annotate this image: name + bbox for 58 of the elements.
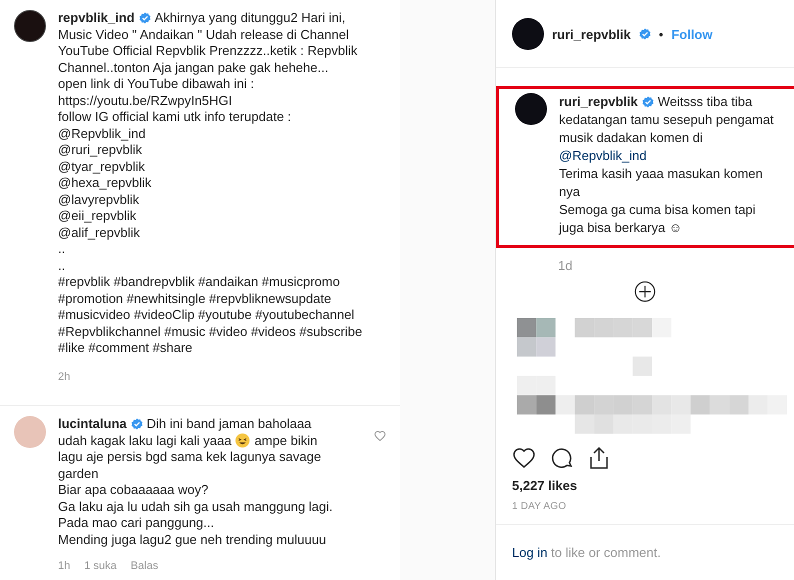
comment-text: @Repvblik_ind (58, 126, 146, 142)
timestamp: 1h (58, 559, 70, 574)
comment-text: juga bisa berkarya ☺ (559, 219, 682, 237)
timestamp: 1d (558, 258, 574, 273)
comment-text: YouTube Official Repvblik Prenzzzz..ketik : Repvblik (58, 43, 358, 60)
heart-icon[interactable] (512, 446, 536, 470)
comment-text: Dih ini band jaman baholaaa (146, 416, 312, 432)
username[interactable]: repvblik_ind (58, 10, 135, 26)
username[interactable]: ruri_repvblik (559, 93, 638, 111)
comment-text: #repvblik #bandrepvblik #andaikan #musicpromo (58, 274, 340, 290)
login-link[interactable]: Log in (512, 545, 548, 560)
comment-text: @hexa_repvblik (58, 175, 152, 192)
login-prompt-text: to like or comment. (551, 545, 661, 560)
comment-text: lagu aje persis bgd sama kek lagunya savage (58, 449, 322, 466)
username[interactable]: ruri_repvblik (552, 26, 631, 42)
plus-circle-icon[interactable] (634, 281, 656, 302)
comment-text: @eii_repvblik (58, 208, 136, 224)
comment-text: #like #comment #share (58, 340, 192, 356)
comment-text: @alif_repvblik (58, 224, 140, 241)
comment-text: garden (58, 466, 98, 482)
comment-text: https://youtu.be/RZwpyIn5HGI (58, 92, 232, 109)
comment-text: Akhirnya yang ditunggu2 Hari ini, (154, 10, 346, 26)
comment-text: kedatangan tamu sesepuh pengamat (559, 111, 774, 129)
comment-text: #Repvblikchannel #music #video #videos #subscribe (58, 324, 362, 340)
comment-text: musik dadakan komen di (559, 129, 703, 147)
separator-dot: • (658, 26, 664, 42)
comment-text: Weitsss tiba tiba (658, 93, 752, 111)
comment-text: Semoga ga cuma bisa komen tapi (559, 201, 756, 219)
comment-text: .. (58, 258, 66, 274)
share-icon[interactable] (588, 446, 610, 470)
comment-text: Biar apa cobaaaaaa woy? (58, 482, 208, 498)
comment-text: .. (58, 241, 66, 258)
comment-text: Terima kasih yaaa masukan komen (559, 165, 763, 183)
username[interactable]: lucintaluna (58, 416, 127, 432)
avatar[interactable] (512, 18, 544, 50)
post-date: 1 DAY AGO (511, 500, 568, 514)
timestamp: 2h (58, 370, 72, 384)
comment-icon[interactable] (550, 446, 574, 470)
avatar[interactable] (14, 10, 46, 42)
comment-text: open link di YouTube dibawah ini : (58, 76, 254, 92)
comment-text: @ruri_repvblik (58, 142, 142, 158)
comment-text: follow IG official kami utk info terupdate : (58, 109, 292, 126)
comment-text: Mending juga lagu2 gue neh trending muluuuu (58, 532, 326, 548)
comment-text: #musicvideo #videoClip #youtube #youtubechannel (58, 307, 354, 324)
comment-text: udah kagak laku lagi kali yaaa (58, 432, 232, 449)
comment-text: Music Video " Andaikan " Udah release di Channel (58, 26, 349, 43)
comment-text: @lavyrepvblik (58, 192, 140, 208)
comment-text: @tyar_repvblik (58, 158, 145, 175)
comment-text: Pada mao cari panggung... (58, 515, 214, 532)
comment-text: Ga laku aja lu udah sih ga usah manggung lagi. (58, 498, 333, 515)
comment-text: ampe bikin (254, 432, 318, 449)
comment-text: nya (559, 183, 580, 201)
laughing-face-icon (235, 433, 250, 448)
avatar[interactable] (515, 93, 547, 125)
like-count[interactable]: 5,227 likes (496, 470, 794, 493)
mention-link[interactable]: @Repvblik_ind (559, 147, 647, 165)
comment-text: Channel..tonton Aja jangan pake gak hehehe... (58, 60, 328, 76)
comment-text: #promotion #newhitsingle #repvbliknewsupdate (58, 290, 332, 307)
